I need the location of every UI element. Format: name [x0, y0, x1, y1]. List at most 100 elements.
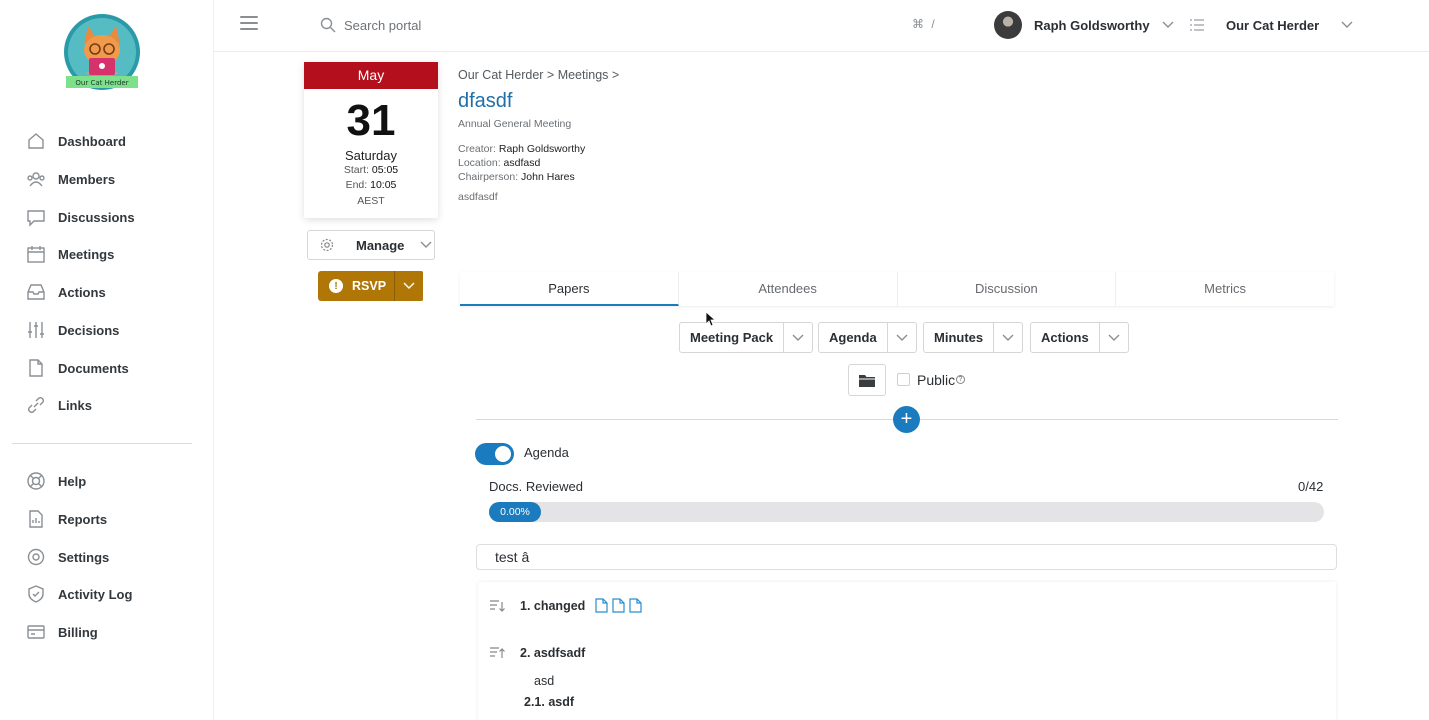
user-menu[interactable]: Raph Goldsworthy	[994, 11, 1174, 39]
search-bar[interactable]	[320, 14, 900, 36]
sidebar-item-label: Members	[58, 171, 116, 187]
chevron-down-icon	[1341, 21, 1353, 28]
file-icon[interactable]	[595, 598, 608, 613]
search-shortcut-hint: ⌘ /	[912, 17, 937, 31]
rsvp-button-group: ! RSVP	[318, 271, 424, 301]
agenda-item[interactable]: 2. asdfsadf	[490, 646, 585, 660]
agenda-item[interactable]: 1. changed	[490, 598, 642, 613]
sidebar-item-dashboard[interactable]: Dashboard	[26, 129, 126, 153]
logo[interactable]: Our Cat Herder	[62, 14, 142, 90]
sidebar-item-label: Help	[58, 473, 87, 489]
gear-icon	[27, 548, 45, 566]
report-icon	[29, 510, 43, 528]
agenda-list: 1. changed 2. asdfsadf asd 2.1. asdf	[478, 582, 1336, 720]
agenda-toggle-label: Agenda	[524, 445, 569, 460]
docs-reviewed-label: Docs. Reviewed	[489, 479, 583, 494]
tab-attendees[interactable]: Attendees	[679, 272, 898, 306]
chevron-down-icon	[896, 334, 908, 341]
agenda-item-label: 2. asdfsadf	[520, 646, 586, 660]
actions-dropdown[interactable]	[1098, 323, 1128, 352]
sidebar-item-members[interactable]: Members	[26, 167, 115, 191]
agenda-item-label: 1. changed	[520, 598, 586, 613]
link-icon	[28, 397, 44, 413]
timezone: AEST	[357, 195, 385, 207]
sidebar-item-links[interactable]: Links	[26, 393, 92, 417]
add-item-button[interactable]: +	[893, 406, 920, 433]
docs-reviewed-count: 0/42	[1298, 479, 1324, 494]
top-bar: ⌘ / Raph Goldsworthy Our Cat Herder	[214, 0, 1429, 52]
alert-icon: !	[329, 279, 343, 293]
sidebar: Our Cat Herder Dashboard Members Discuss…	[0, 0, 214, 720]
rsvp-dropdown-button[interactable]	[394, 271, 423, 301]
agenda-button[interactable]: Agenda	[818, 322, 917, 353]
actions-button[interactable]: Actions	[1030, 322, 1129, 353]
sidebar-item-meetings[interactable]: Meetings	[26, 242, 114, 266]
sidebar-divider	[12, 443, 192, 444]
help-icon[interactable]: ?	[956, 375, 965, 384]
sidebar-item-activity-log[interactable]: Activity Log	[26, 582, 132, 606]
rsvp-label: RSVP	[352, 279, 387, 293]
org-switcher[interactable]: Our Cat Herder	[1190, 11, 1353, 39]
calendar-icon	[27, 246, 45, 263]
sidebar-item-billing[interactable]: Billing	[26, 620, 98, 644]
minutes-button[interactable]: Minutes	[923, 322, 1024, 353]
end-time: End: 10:05	[345, 179, 397, 191]
inbox-icon	[27, 284, 45, 300]
rsvp-button[interactable]: ! RSVP	[318, 271, 394, 301]
sidebar-item-label: Activity Log	[58, 586, 133, 602]
menu-toggle-icon[interactable]	[240, 16, 258, 32]
sort-down-icon[interactable]	[490, 599, 506, 613]
chevron-down-icon	[1162, 21, 1174, 28]
file-icon[interactable]	[612, 598, 625, 613]
meeting-chairperson: Chairperson: John Hares	[458, 171, 575, 183]
meeting-location: Location: asdfasd	[458, 157, 541, 169]
agenda-toggle[interactable]	[475, 443, 514, 465]
breadcrumb[interactable]: Our Cat Herder > Meetings >	[458, 68, 619, 82]
sidebar-item-documents[interactable]: Documents	[26, 356, 129, 380]
sidebar-item-actions[interactable]: Actions	[26, 280, 106, 304]
public-checkbox[interactable]	[897, 373, 910, 386]
sidebar-item-discussions[interactable]: Discussions	[26, 205, 135, 229]
date-month: May	[304, 62, 438, 89]
meeting-type: Annual General Meeting	[458, 118, 572, 130]
manage-button[interactable]: Manage	[307, 230, 435, 260]
meeting-pack-button[interactable]: Meeting Pack	[679, 322, 814, 353]
chevron-down-icon	[1108, 334, 1120, 341]
sidebar-item-reports[interactable]: Reports	[26, 507, 107, 531]
folder-icon	[859, 374, 875, 387]
chevron-down-icon	[792, 334, 804, 341]
tab-papers[interactable]: Papers	[460, 272, 679, 306]
home-icon	[28, 133, 44, 149]
folder-button[interactable]	[848, 364, 886, 396]
sidebar-item-settings[interactable]: Settings	[26, 545, 109, 569]
meeting-description: asdfasdf	[458, 191, 498, 203]
minutes-dropdown[interactable]	[993, 323, 1022, 352]
chat-icon	[27, 210, 45, 227]
agenda-label: Agenda	[829, 330, 877, 345]
sidebar-item-help[interactable]: Help	[26, 469, 86, 493]
tab-discussion[interactable]: Discussion	[898, 272, 1117, 306]
meeting-pack-label: Meeting Pack	[690, 330, 774, 345]
search-input[interactable]	[344, 17, 644, 33]
sidebar-item-label: Discussions	[58, 209, 135, 225]
sliders-icon	[28, 322, 44, 338]
agenda-dropdown[interactable]	[886, 323, 916, 352]
logo-text: Our Cat Herder	[75, 79, 128, 87]
agenda-sub-item[interactable]: 2.1. asdf	[524, 695, 574, 709]
meeting-creator: Creator: Raph Goldsworthy	[458, 143, 586, 155]
cat-logo-icon: Our Cat Herder	[64, 14, 140, 90]
tab-bar: Papers Attendees Discussion Metrics	[460, 272, 1334, 306]
sidebar-item-decisions[interactable]: Decisions	[26, 318, 119, 342]
meeting-meta: Creator: Raph Goldsworthy Location: asdf…	[458, 142, 585, 184]
sidebar-item-label: Decisions	[58, 322, 120, 338]
meeting-pack-dropdown[interactable]	[783, 323, 812, 352]
org-name: Our Cat Herder	[1226, 17, 1320, 33]
manage-label: Manage	[356, 237, 405, 253]
sort-up-icon[interactable]	[490, 646, 506, 660]
sidebar-item-label: Settings	[58, 549, 110, 565]
tab-metrics[interactable]: Metrics	[1116, 272, 1334, 306]
section-title[interactable]: test â	[476, 544, 1337, 570]
file-icon[interactable]	[629, 598, 642, 613]
date-weekday: Saturday	[344, 148, 398, 163]
actions-label: Actions	[1041, 330, 1089, 345]
